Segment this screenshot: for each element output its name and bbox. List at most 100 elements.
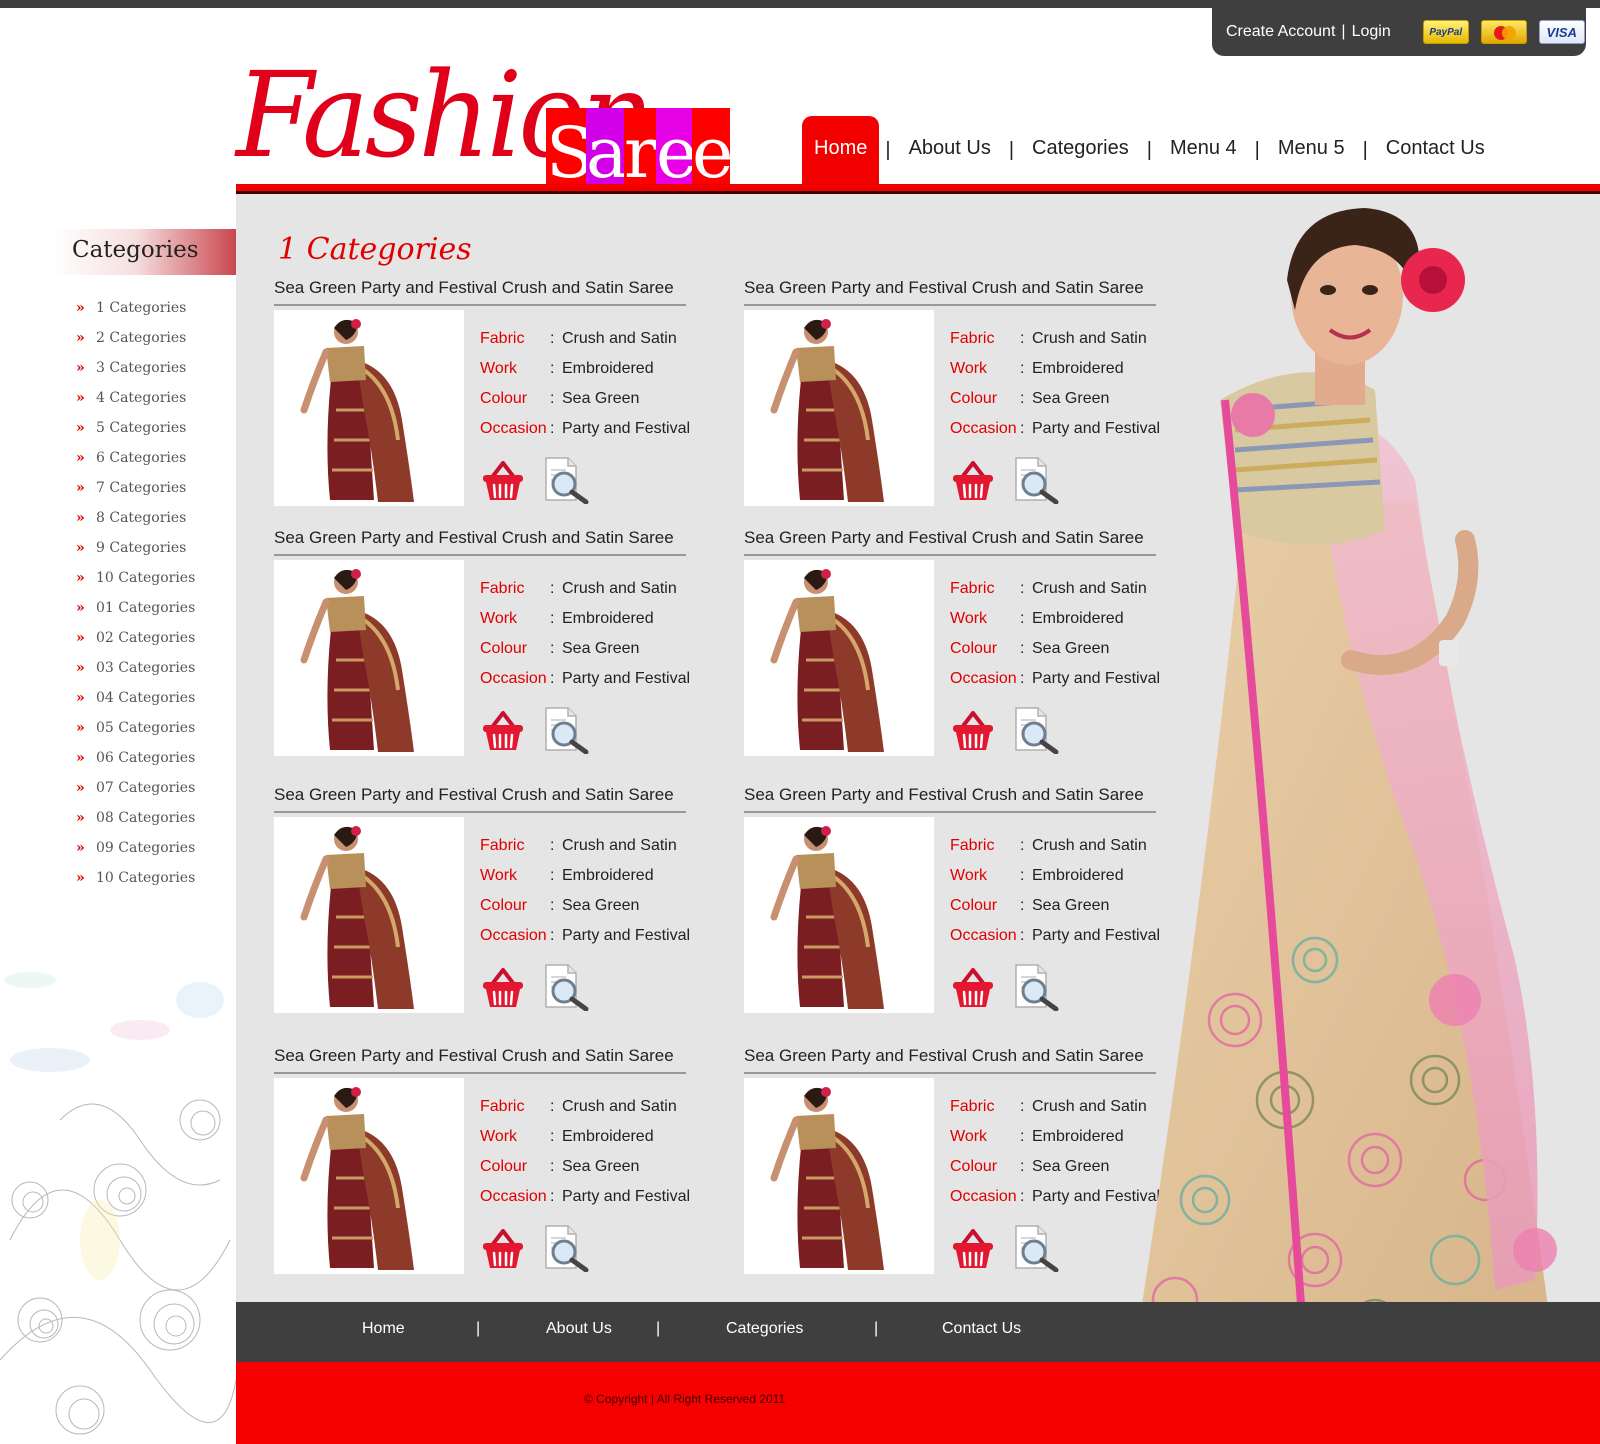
sidebar-category-item[interactable]: » 6 Categories [76,443,195,473]
product-title[interactable]: Sea Green Party and Festival Crush and S… [274,278,686,306]
sidebar-category-item[interactable]: » 10 Categories [76,563,195,593]
sidebar-category-item[interactable]: » 2 Categories [76,323,195,353]
spec-value: Party and Festival [562,670,691,687]
magnifier-icon[interactable] [542,963,590,1012]
shopping-basket-icon[interactable] [480,965,526,1011]
chevron-right-icon: » [76,300,85,316]
sidebar-category-item[interactable]: » 5 Categories [76,413,195,443]
sidebar-category-item[interactable]: » 04 Categories [76,683,195,713]
spec-label: Occasion [950,1188,1017,1205]
product-image[interactable] [274,560,464,756]
product-title[interactable]: Sea Green Party and Festival Crush and S… [274,528,686,556]
create-account-link[interactable]: Create Account [1226,23,1335,41]
shopping-basket-icon[interactable] [950,458,996,504]
spec-work: Work: Embroidered [480,867,700,897]
sidebar-category-item[interactable]: » 06 Categories [76,743,195,773]
magnifier-icon[interactable] [1012,456,1060,505]
shopping-basket-icon[interactable] [950,708,996,754]
nav-home[interactable]: Home [802,116,880,184]
main-nav: Home | About Us | Categories | Menu 4 | Menu 5 | C… [802,116,1497,184]
product-image[interactable] [744,560,934,756]
nav-menu-5[interactable]: Menu 5 [1266,116,1357,184]
footer-bar: © Copyright | All Right Reserved 2011 [236,1362,1600,1444]
spec-work: Work: Embroidered [480,610,700,640]
sidebar-category-item[interactable]: » 07 Categories [76,773,195,803]
sidebar-category-item[interactable]: » 10 Categories [76,863,195,893]
magnifier-icon[interactable] [1012,1224,1060,1273]
chevron-right-icon: » [76,330,85,346]
page: Create Account | Login PayPal VISA Fashi… [0,0,1600,1444]
product-image[interactable] [744,817,934,1013]
product-title[interactable]: Sea Green Party and Festival Crush and S… [744,1046,1156,1074]
login-link[interactable]: Login [1352,23,1391,41]
sidebar-category-item[interactable]: » 7 Categories [76,473,195,503]
mastercard-logo [1480,20,1527,44]
product-title[interactable]: Sea Green Party and Festival Crush and S… [274,1046,686,1074]
magnifier-icon[interactable] [542,1224,590,1273]
product-image[interactable] [274,817,464,1013]
shopping-basket-icon[interactable] [480,458,526,504]
product-title[interactable]: Sea Green Party and Festival Crush and S… [274,785,686,813]
nav-menu-4[interactable]: Menu 4 [1158,116,1249,184]
product-card: Sea Green Party and Festival Crush and S… [274,528,694,760]
sidebar-category-label: 2 Categories [96,330,187,346]
spec-label: Work [480,1128,518,1145]
shopping-basket-icon[interactable] [950,1226,996,1272]
nav-about-us[interactable]: About Us [897,116,1003,184]
nav-categories[interactable]: Categories [1020,116,1141,184]
product-card: Sea Green Party and Festival Crush and S… [744,528,1164,760]
chevron-right-icon: » [76,780,85,796]
chevron-right-icon: » [76,810,85,826]
sidebar-category-item[interactable]: » 02 Categories [76,623,195,653]
shopping-basket-icon[interactable] [480,708,526,754]
spec-colour: Colour: Sea Green [480,640,700,670]
sidebar-category-list: » 1 Categories» 2 Categories» 3 Categories»… [76,293,195,893]
footer-link-about-us[interactable]: About Us [546,1320,612,1338]
sidebar-category-item[interactable]: » 03 Categories [76,653,195,683]
sidebar-category-item[interactable]: » 3 Categories [76,353,195,383]
sidebar-category-item[interactable]: » 05 Categories [76,713,195,743]
sidebar-category-label: 10 Categories [96,570,196,586]
spec-value: Party and Festival [562,420,691,437]
magnifier-icon[interactable] [542,706,590,755]
sidebar-category-label: 05 Categories [96,720,196,736]
sidebar-category-item[interactable]: » 09 Categories [76,833,195,863]
product-title[interactable]: Sea Green Party and Festival Crush and S… [744,528,1156,556]
spec-value: Embroidered [562,610,654,627]
nav-contact-us[interactable]: Contact Us [1374,116,1497,184]
spec-value: Sea Green [562,640,640,657]
sidebar-category-item[interactable]: » 8 Categories [76,503,195,533]
sidebar-category-item[interactable]: » 1 Categories [76,293,195,323]
spec-label: Work [950,360,988,377]
footer-link-contact-us[interactable]: Contact Us [942,1320,1021,1338]
sidebar-category-item[interactable]: » 08 Categories [76,803,195,833]
spec-label: Occasion [480,1188,547,1205]
sidebar-category-item[interactable]: » 4 Categories [76,383,195,413]
product-image[interactable] [744,1078,934,1274]
product-title[interactable]: Sea Green Party and Festival Crush and S… [744,278,1156,306]
spec-label: Occasion [480,670,547,687]
spec-label: Fabric [950,330,995,347]
product-card: Sea Green Party and Festival Crush and S… [744,278,1164,510]
spec-fabric: Fabric: Crush and Satin [480,580,700,610]
sidebar-category-item[interactable]: » 01 Categories [76,593,195,623]
spec-work: Work: Embroidered [480,1128,700,1158]
footer-nav: Home About Us Categories Contact Us | | | [236,1302,1600,1362]
shopping-basket-icon[interactable] [950,965,996,1011]
magnifier-icon[interactable] [1012,963,1060,1012]
footer-link-categories[interactable]: Categories [726,1320,803,1338]
magnifier-icon[interactable] [1012,706,1060,755]
spec-value: Sea Green [1032,897,1110,914]
chevron-right-icon: » [76,870,85,886]
sidebar-category-label: 07 Categories [96,780,196,796]
spec-occasion: Occasion: Party and Festival [480,1188,700,1218]
footer-link-home[interactable]: Home [362,1320,405,1338]
product-image[interactable] [274,310,464,506]
shopping-basket-icon[interactable] [480,1226,526,1272]
magnifier-icon[interactable] [542,456,590,505]
product-image[interactable] [274,1078,464,1274]
product-title[interactable]: Sea Green Party and Festival Crush and S… [744,785,1156,813]
sidebar-category-item[interactable]: » 9 Categories [76,533,195,563]
spec-value: Sea Green [562,390,640,407]
product-image[interactable] [744,310,934,506]
